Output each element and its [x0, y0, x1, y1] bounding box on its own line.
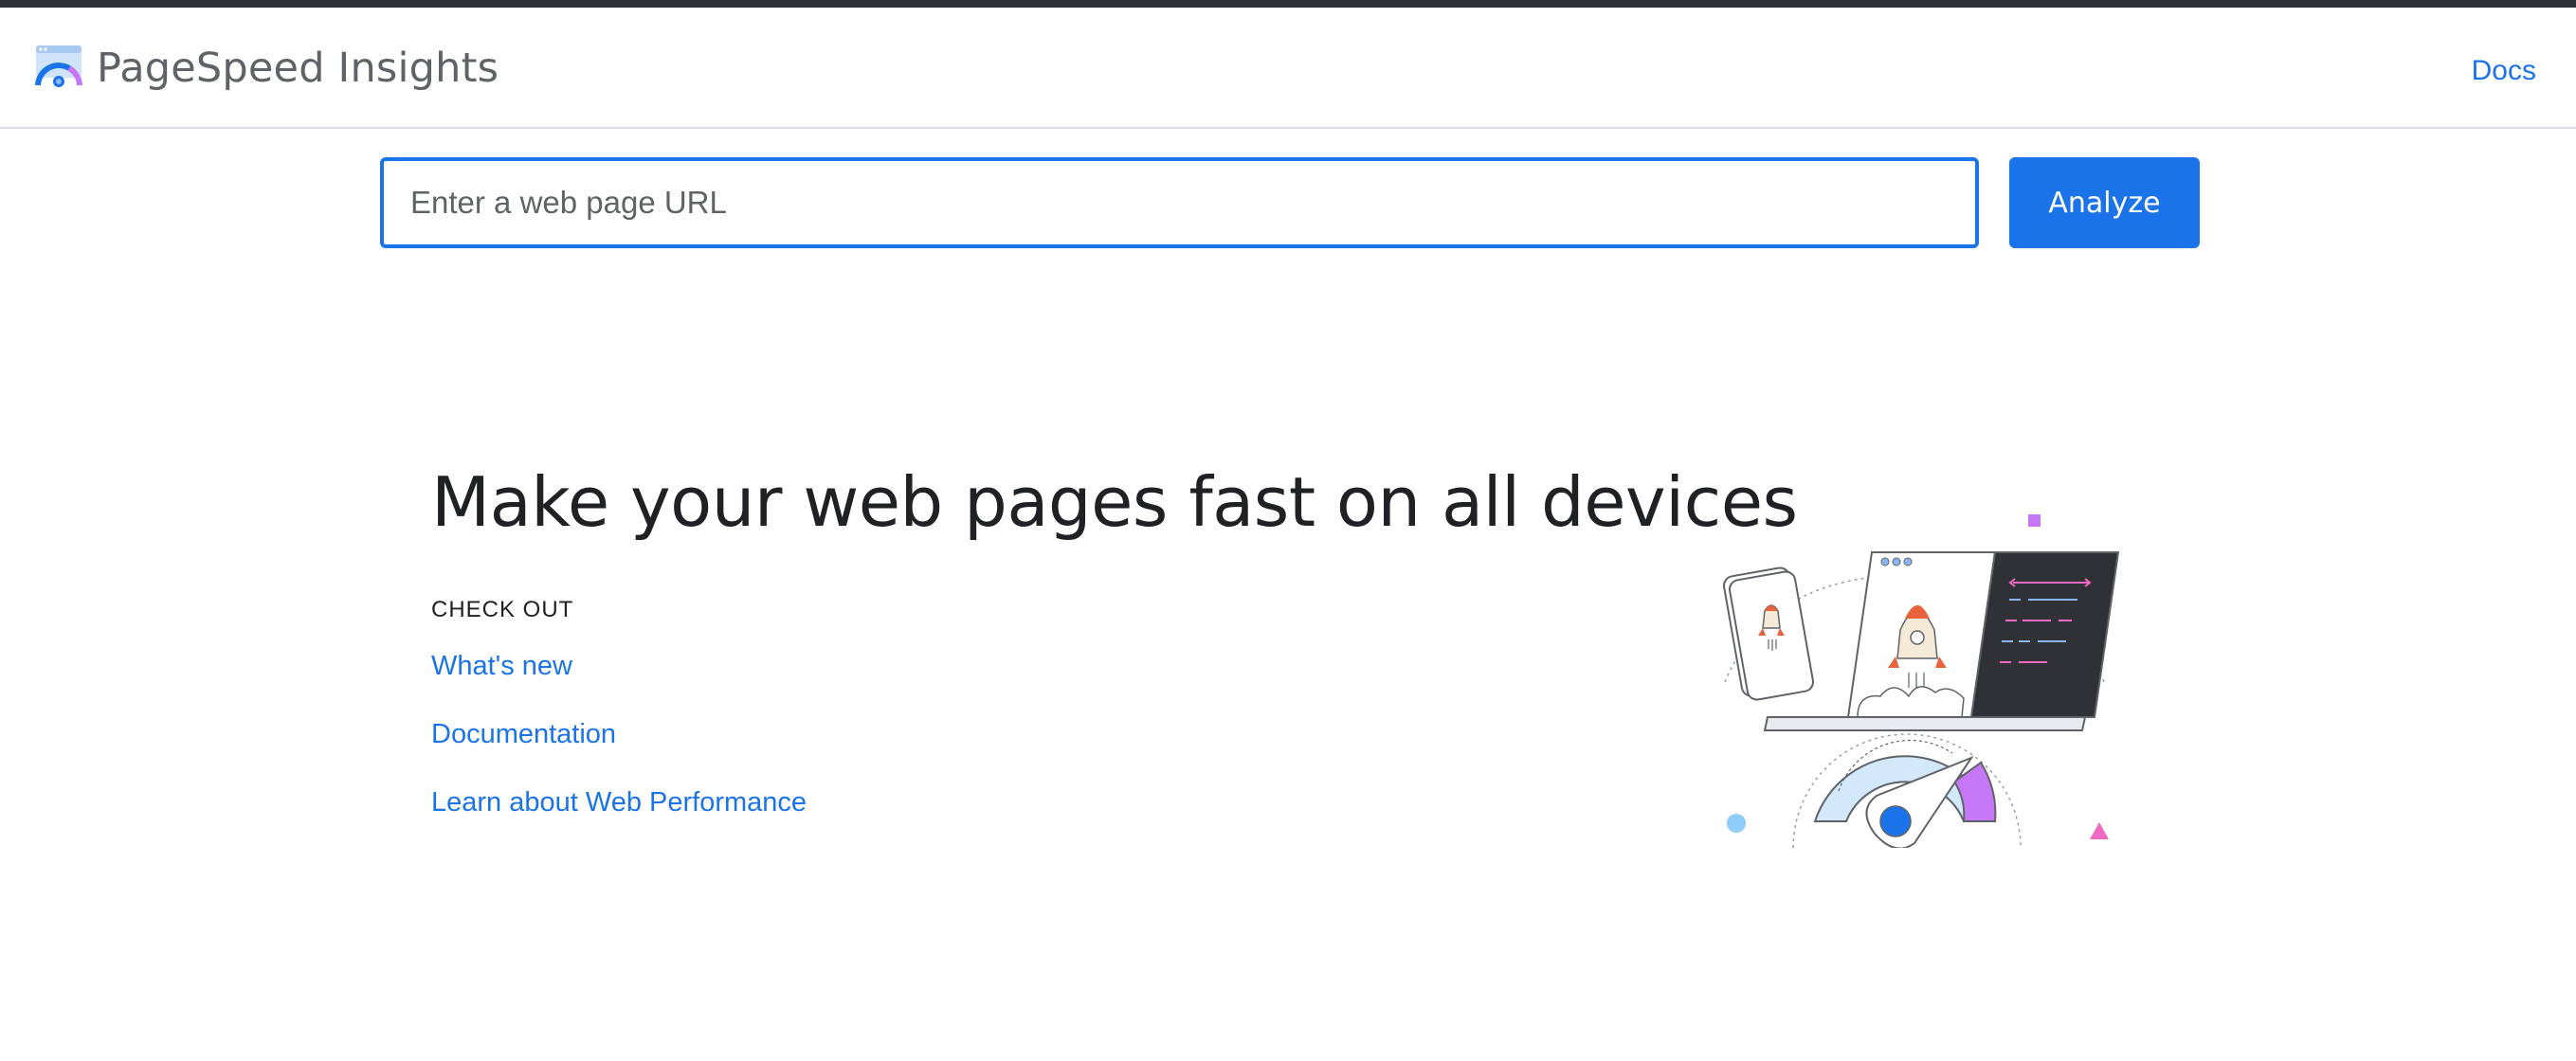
pagespeed-gauge-icon [35, 45, 82, 87]
documentation-link[interactable]: Documentation [431, 718, 807, 786]
hero-title: Make your web pages fast on all devices [431, 462, 1798, 542]
learn-web-performance-link[interactable]: Learn about Web Performance [431, 786, 807, 854]
speed-gauge-icon [1792, 733, 2022, 848]
url-input[interactable] [380, 157, 1979, 248]
devices-speed-illustration [1723, 514, 2120, 848]
url-search-form: Analyze [380, 157, 2200, 248]
check-out-heading: CHECK OUT [431, 597, 574, 622]
app-title: PageSpeed Insights [97, 45, 499, 92]
phone-icon [1723, 566, 1814, 701]
laptop-icon [1763, 551, 2120, 731]
purple-square-shape [2028, 514, 2041, 527]
top-strip [0, 0, 2576, 8]
app-header: PageSpeed Insights Docs [0, 8, 2576, 129]
pink-triangle-shape [2090, 822, 2109, 839]
docs-link[interactable]: Docs [2472, 55, 2536, 87]
check-out-links: What's new Documentation Learn about Web… [431, 650, 807, 854]
whats-new-link[interactable]: What's new [431, 650, 807, 718]
brand-home-link[interactable]: PageSpeed Insights [34, 44, 499, 93]
analyze-button[interactable]: Analyze [2009, 157, 2200, 248]
blue-dot-shape [1727, 814, 1746, 833]
